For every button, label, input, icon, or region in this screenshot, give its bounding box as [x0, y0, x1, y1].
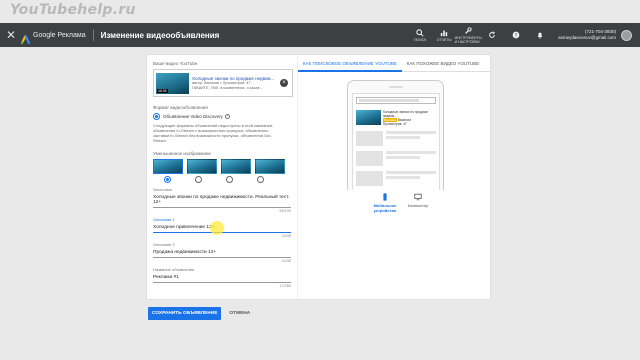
wrench-icon [465, 26, 472, 34]
headline-input[interactable]: Холодные звонки по продаже недвижимости.… [153, 195, 291, 205]
preview-ad-views: Просмотров: 47 [382, 122, 407, 126]
refresh-button[interactable] [480, 30, 504, 40]
header-divider [92, 29, 94, 41]
description-1-field[interactable]: Описание 1 Холодное привлечение 12+ [153, 217, 291, 235]
thumbnail-option-1[interactable] [153, 159, 183, 174]
ad-name-field[interactable]: Название объявления Реклама #1 [153, 267, 291, 283]
top-app-bar: ✕ Google Реклама Изменение видеообъявлен… [0, 23, 640, 47]
format-radio[interactable] [153, 113, 160, 120]
close-icon[interactable]: ✕ [5, 28, 17, 42]
reports-tool[interactable]: ОТЧЕТЫ [432, 29, 456, 42]
tools-settings-label: ИНСТРУМЕНТЫ И НАСТРОЙКИ [454, 35, 482, 44]
watermark: YouTubehelp.ru [10, 2, 136, 18]
description-2-counter: 24/35 [281, 259, 291, 263]
placeholder-result [356, 151, 436, 166]
thumbnail-option-3[interactable] [221, 159, 251, 174]
cancel-button[interactable]: ОТМЕНА [229, 311, 250, 316]
thumbnail-option-4[interactable] [255, 159, 285, 174]
description-2-field[interactable]: Описание 2 Продажа недвижимости 12+ [153, 242, 291, 258]
headline-counter: 59/100 [279, 209, 291, 213]
headline-label: Заголовок [153, 187, 172, 192]
tab-related-video[interactable]: КАК ПОХОЖЕЕ ВИДЕО YOUTUBE [402, 55, 484, 72]
account-info[interactable]: (721-704-3930) asmeydaevonov@gmail.com [558, 29, 616, 41]
help-icon[interactable]: ? [224, 114, 230, 119]
search-icon [416, 28, 424, 37]
ad-form: Ваше видео YouTube 46:55 Холодные звонки… [147, 55, 297, 299]
save-ad-button[interactable]: СОХРАНИТЬ ОБЪЯВЛЕНИЕ [148, 307, 222, 320]
thumbnail-radio-3[interactable] [226, 176, 233, 183]
google-ads-logo-icon [20, 31, 31, 44]
thumbnail-radios [153, 176, 291, 183]
phone-screen: Холодные звонки по продаже недвиж... Рек… [352, 93, 440, 190]
phone-icon [383, 193, 387, 201]
thumbnail-section-label: Уменьшенное изображение [153, 151, 212, 156]
video-duration: 46:55 [157, 88, 168, 93]
ad-preview: КАК ПОИСКОВОЕ ОБЪЯВЛЕНИЕ YOUTUBE КАК ПОХ… [297, 55, 490, 299]
video-meta-2: ПИШИТЕ, ГМЛ, в комментиях, я касае... [192, 85, 263, 90]
format-option-label: Объявление Video Discovery [163, 114, 223, 119]
placeholder-result [356, 171, 436, 186]
bell-icon [537, 32, 543, 39]
device-desktop[interactable]: Компьютер [403, 193, 433, 213]
reports-icon [440, 30, 448, 36]
brand-name: Google Реклама [33, 31, 86, 39]
description-1-label: Описание 1 [153, 217, 175, 222]
tab-search-ad[interactable]: КАК ПОИСКОВОЕ ОБЪЯВЛЕНИЕ YOUTUBE [298, 55, 402, 72]
preview-ad-thumbnail [356, 110, 381, 125]
video-section-label: Ваше видео YouTube [153, 61, 198, 66]
device-mobile[interactable]: Мобильное устройство [370, 193, 400, 213]
description-2-input[interactable]: Продажа недвижимости 12+ [153, 250, 291, 255]
preview-ad-title: Холодные звонки по продаже недвиж... [382, 110, 429, 118]
reports-tool-label: ОТЧЕТЫ [436, 37, 452, 42]
preview-search-bar [356, 97, 436, 104]
remove-video-icon[interactable]: × [280, 79, 288, 87]
page-title: Изменение видеообъявления [100, 30, 220, 40]
format-description: Следующие форматы объявлений недоступны … [153, 123, 274, 143]
phone-mockup: Холодные звонки по продаже недвиж... Рек… [347, 80, 444, 190]
thumbnail-option-2[interactable] [187, 159, 217, 174]
thumbnail-radio-4[interactable] [257, 176, 264, 183]
preview-ad: Холодные звонки по продаже недвиж... Рек… [356, 110, 436, 126]
avatar[interactable] [621, 29, 632, 41]
placeholder-result [356, 131, 436, 146]
ad-name-label: Название объявления [153, 267, 195, 272]
desktop-icon [414, 193, 422, 201]
ad-name-counter: 17/255 [279, 284, 291, 288]
thumbnail-radio-1[interactable] [164, 176, 171, 183]
ad-editor-card: Ваше видео YouTube 46:55 Холодные звонки… [147, 55, 490, 299]
phone-speaker [388, 86, 403, 88]
preview-tabs: КАК ПОИСКОВОЕ ОБЪЯВЛЕНИЕ YOUTUBE КАК ПОХ… [298, 55, 490, 72]
tools-settings-tool[interactable]: ИНСТРУМЕНТЫ И НАСТРОЙКИ [454, 26, 482, 44]
description-1-counter: 24/35 [281, 234, 291, 238]
format-section-label: Формат видеообъявления [153, 105, 208, 110]
search-tool-label: ПОИСК [413, 37, 427, 42]
refresh-icon [489, 30, 496, 38]
form-actions: СОХРАНИТЬ ОБЪЯВЛЕНИЕ ОТМЕНА [148, 307, 250, 320]
search-tool[interactable]: ПОИСК [408, 28, 432, 42]
format-option[interactable]: Объявление Video Discovery ? [153, 113, 291, 120]
description-2-label: Описание 2 [153, 242, 175, 247]
account-email: asmeydaevonov@gmail.com [558, 35, 616, 40]
notifications-button[interactable] [528, 31, 552, 40]
ad-name-input[interactable]: Реклама #1 [153, 275, 291, 280]
thumbnail-radio-2[interactable] [195, 176, 202, 183]
selected-video[interactable]: 46:55 Холодные звонки по продаже недвиж.… [153, 69, 293, 97]
headline-field[interactable]: Заголовок Холодные звонки по продаже нед… [153, 187, 291, 208]
thumbnail-options [153, 159, 291, 174]
device-switcher: Мобильное устройство Компьютер [370, 193, 436, 213]
video-thumbnail: 46:55 [156, 72, 189, 94]
help-button[interactable]: ? [504, 31, 528, 40]
help-icon: ? [512, 31, 520, 38]
device-mobile-label: Мобильное устройство [373, 203, 397, 213]
device-desktop-label: Компьютер [407, 203, 429, 208]
cursor-highlight [210, 221, 224, 235]
